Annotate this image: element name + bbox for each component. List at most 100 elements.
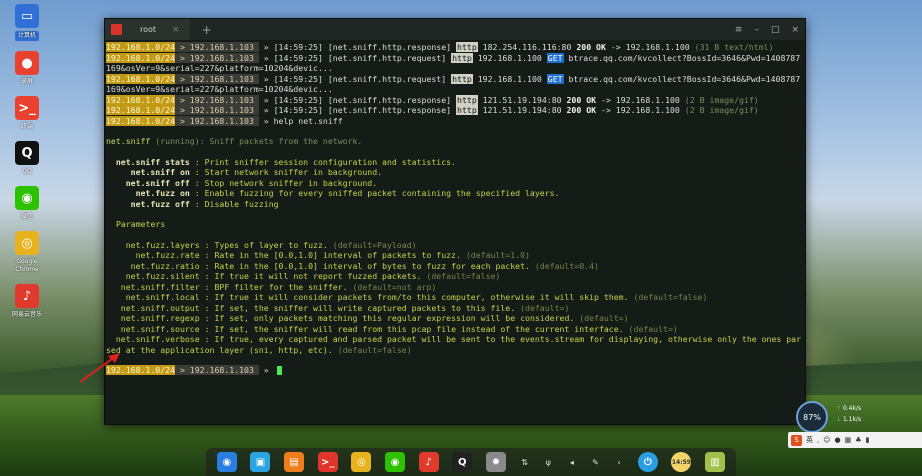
param-default: (default=) xyxy=(628,323,678,334)
param-desc: : If set, only packets matching this reg… xyxy=(204,313,580,323)
terminal-output[interactable]: 192.168.1.0/24 > 192.168.1.103 » [14:59:… xyxy=(105,40,805,376)
param-name: net.fuzz.ratio xyxy=(106,260,205,271)
tab-close-icon[interactable]: × xyxy=(172,25,180,35)
desktop-icon-netease-music[interactable]: ♪ 网易云音乐 xyxy=(4,284,50,319)
log-event: [net.sniff.http.request] xyxy=(327,52,452,63)
desktop-icon-wechat[interactable]: ◉ 微信 xyxy=(4,186,50,221)
chrome-icon: ◎ xyxy=(15,231,39,255)
volume-icon[interactable]: ◂ xyxy=(567,457,577,467)
param-desc: : If set, the sniffer will read from thi… xyxy=(204,323,629,334)
desktop-icon-terminal[interactable]: >_ 终端 xyxy=(4,96,50,131)
command-name: net.sniff off xyxy=(106,177,195,188)
command-desc: : Print sniffer session configuration an… xyxy=(194,156,456,167)
qq-icon[interactable]: Q xyxy=(452,452,473,472)
prompt-ip: > 192.168.1.103 xyxy=(175,94,259,105)
prompt-arrow: » xyxy=(258,94,274,105)
terminal-window[interactable]: root × + ≡ – □ × 192.168.1.0/24 > 192.16… xyxy=(104,18,806,425)
terminal-titlebar[interactable]: root × + ≡ – □ × xyxy=(105,19,805,40)
minimize-button[interactable]: – xyxy=(754,25,759,35)
wechat-icon[interactable]: ◉ xyxy=(385,452,406,472)
prompt-ip: > 192.168.1.103 xyxy=(175,365,259,375)
ime-language[interactable]: 英 xyxy=(806,435,813,445)
log-proto: http xyxy=(451,73,473,84)
desktop-icon-label: 终端 xyxy=(20,123,33,130)
network-gauge[interactable]: 87% xyxy=(796,401,828,433)
param-name: net.sniff.output xyxy=(106,302,205,313)
maximize-button[interactable]: □ xyxy=(771,25,780,35)
clock-time: 14:59 xyxy=(671,458,691,466)
command-help-line: net.fuzz on : Enable fuzzing for every s… xyxy=(106,188,803,199)
module-desc: : Sniff packets from the network. xyxy=(199,136,363,146)
pen-icon[interactable]: ✎ xyxy=(591,457,601,467)
input-line: 192.168.1.0/24 > 192.168.1.103 » xyxy=(106,365,803,376)
log-time: [14:59:25] xyxy=(273,105,328,115)
emoji-icon[interactable]: ☺ xyxy=(823,436,830,444)
log-tail: (31 B text/html) xyxy=(694,42,774,52)
param-desc: : If true it will consider packets from/… xyxy=(204,292,634,302)
trash-icon[interactable]: ▥ xyxy=(705,452,726,472)
log-line: 192.168.1.0/24 > 192.168.1.103 » [14:59:… xyxy=(106,94,803,106)
menu-icon[interactable]: ≡ xyxy=(735,25,743,35)
desktop-icon-qq[interactable]: Q QQ xyxy=(4,141,50,176)
desktop-icon-computer[interactable]: ▭ 计算机 xyxy=(4,4,50,41)
terminal-icon[interactable]: >_ xyxy=(317,452,338,472)
log-tail: (2 B image/gif) xyxy=(684,94,759,105)
download-arrow-icon: ↓ xyxy=(836,416,843,423)
sogou-ime-icon[interactable]: S xyxy=(791,434,802,446)
file-manager-icon[interactable]: ▣ xyxy=(250,452,271,472)
param-default: (default=0.4) xyxy=(534,260,599,271)
wechat-icon: ◉ xyxy=(15,186,39,210)
command-desc: : Start network sniffer in background. xyxy=(194,167,383,177)
param-desc: : If true, every captured and parsed pac… xyxy=(106,334,802,355)
param-name: net.sniff.regexp xyxy=(106,313,205,323)
power-icon[interactable]: ⏻ xyxy=(637,452,658,472)
param-default: (default=false) xyxy=(633,292,708,302)
skin-icon[interactable]: ♣ xyxy=(855,436,861,444)
new-tab-button[interactable]: + xyxy=(202,23,212,37)
param-desc: : If true it will not report fuzzed pack… xyxy=(204,271,427,281)
tab-root[interactable]: root × xyxy=(105,19,190,40)
network-icon[interactable]: ⇅ xyxy=(520,457,530,467)
log-event: [net.sniff.http.request] xyxy=(327,73,452,84)
settings-icon[interactable]: ✹ xyxy=(485,452,506,472)
log-line: 192.168.1.0/24 > 192.168.1.103 » [14:59:… xyxy=(106,105,803,116)
desktop-icon-label: QQ xyxy=(22,168,32,175)
log-status: 200 OK xyxy=(576,42,606,52)
clock-icon[interactable]: 14:59 xyxy=(671,452,692,472)
desktop-icon-screen-record[interactable]: ● 录屏 xyxy=(4,51,50,86)
chrome-icon[interactable]: ◎ xyxy=(351,452,372,472)
prompt-subnet: 192.168.1.0/24 xyxy=(106,94,176,105)
keyboard-icon[interactable]: ▦ xyxy=(845,436,852,444)
desktop-icon-chrome[interactable]: ◎ Google Chrome xyxy=(4,231,50,274)
command-help-line: net.sniff off : Stop network sniffer in … xyxy=(106,178,803,189)
module-state: (running) xyxy=(155,136,200,146)
ime-tray[interactable]: S 英 , ☺ ● ▦ ♣ ▮ xyxy=(788,432,922,448)
prompt-subnet: 192.168.1.0/24 xyxy=(106,115,176,126)
param-line: net.fuzz.ratio : Rate in the [0.0,1.0] i… xyxy=(106,261,803,272)
param-line: net.fuzz.rate : Rate in the [0.0,1.0] in… xyxy=(106,250,803,261)
store-icon[interactable]: ▤ xyxy=(284,452,305,472)
desktop-icon-label: 计算机 xyxy=(14,31,39,41)
arrow-icon[interactable]: ‹ xyxy=(614,457,624,467)
mic-icon[interactable]: ● xyxy=(835,436,841,444)
desktop-icon-label: 录屏 xyxy=(20,78,33,85)
tools-icon[interactable]: ▮ xyxy=(866,436,870,444)
log-src: 121.51.19.194:80 xyxy=(477,94,567,105)
log-event: [net.sniff.http.response] xyxy=(327,105,457,115)
param-default: (default=1.0) xyxy=(465,250,530,260)
launcher-icon[interactable]: ◉ xyxy=(216,452,237,472)
cursor[interactable] xyxy=(276,366,282,375)
dock: ◉ ▣ ▤ >_ ◎ ◉ ♪ Q ✹ ⇅ ψ ◂ ✎ ‹ ⏻ 14:59 ▥ xyxy=(206,448,736,476)
punctuation-icon[interactable]: , xyxy=(817,436,819,444)
param-name: net.fuzz.rate xyxy=(106,250,205,260)
prompt-ip: > 192.168.1.103 xyxy=(175,42,259,52)
log-proto: http xyxy=(451,52,473,63)
usb-icon[interactable]: ψ xyxy=(543,457,553,467)
param-desc: : Types of layer to fuzz. xyxy=(204,239,333,250)
close-button[interactable]: × xyxy=(791,25,799,35)
netease-music-icon[interactable]: ♪ xyxy=(418,452,439,472)
log-proto: http xyxy=(456,105,478,115)
